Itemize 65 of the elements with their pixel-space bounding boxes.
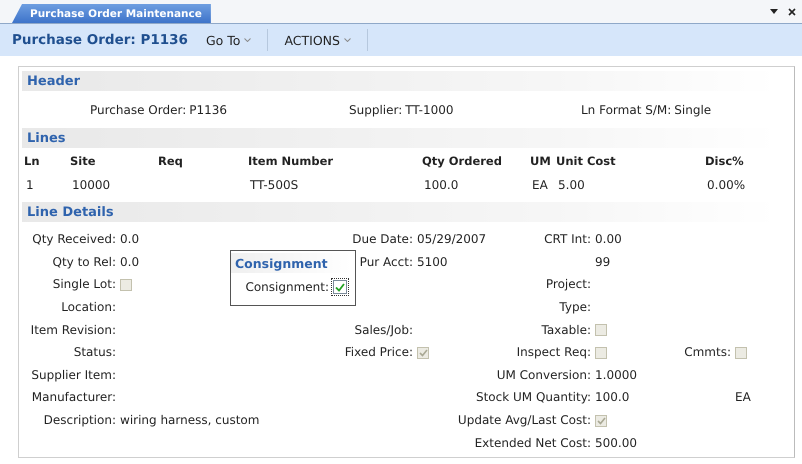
field-label: Due Date: [352, 232, 413, 246]
table-cell: EA [532, 178, 548, 192]
window-tab[interactable]: Purchase Order Maintenance [12, 4, 211, 23]
field-label: Status: [74, 345, 116, 360]
field-value: 0.00 [595, 232, 622, 246]
page-title: Purchase Order: P1136 [12, 32, 188, 48]
field-label: Qty to Rel: [52, 254, 116, 269]
field-value: 500.00 [595, 436, 637, 450]
field-value: P1136 [189, 102, 228, 116]
field-label: Update Avg/Last Cost: [458, 413, 591, 428]
field-value: 5100 [417, 254, 448, 269]
field-label: Cmmts: [684, 345, 731, 360]
field-label: Qty Received: [32, 232, 116, 246]
field-label: Purchase Order: [90, 102, 186, 116]
table-cell: 100.0 [424, 178, 458, 192]
field-label: UM Conversion: [496, 368, 591, 382]
field-label: Taxable: [541, 322, 591, 337]
field-value: 1.0000 [595, 368, 637, 382]
column-header: Item Number [247, 153, 334, 170]
column-header: Disc% [704, 153, 745, 170]
field-label: Description: [44, 413, 116, 428]
field-value: wiring harness, custom [120, 413, 260, 428]
dropdown-icon[interactable] [770, 9, 778, 15]
field-value: 0.0 [120, 254, 140, 269]
field-value: 99 [595, 254, 610, 269]
field-label: Consignment: [245, 280, 329, 294]
table-cell: TT-500S [250, 178, 298, 192]
field-label: Sales/Job: [354, 322, 413, 337]
table-cell: 10000 [72, 178, 110, 192]
field-label: Location: [61, 300, 116, 314]
field-label: Fixed Price: [344, 345, 413, 360]
field-label: Single Lot: [52, 277, 116, 292]
close-icon[interactable] [788, 8, 796, 16]
field-label: Inspect Req: [516, 345, 591, 360]
column-header: Unit Cost [555, 153, 617, 170]
field-label: Supplier Item: [31, 368, 116, 382]
column-header: UM [529, 153, 552, 170]
field-label: Type: [559, 300, 591, 314]
field-value: TT-1000 [405, 102, 454, 116]
column-header: Ln [23, 153, 41, 170]
field-value: Single [674, 102, 712, 116]
field-value: 100.0 [595, 390, 630, 404]
field-label: Item Revision: [30, 322, 116, 337]
column-header: Qty Ordered [421, 153, 503, 170]
field-label: Project: [546, 277, 591, 292]
checkbox[interactable] [333, 280, 347, 294]
caret-icon [244, 38, 252, 42]
column-header: Req [157, 153, 184, 170]
field-label: Supplier: [349, 102, 402, 116]
field-label: Extended Net Cost: [474, 436, 591, 450]
table-cell: 0.00% [707, 178, 746, 192]
field-label: Pur Acct: [360, 254, 413, 269]
field-label: Manufacturer: [32, 390, 116, 404]
column-header: Site [69, 153, 97, 170]
field-label: CRT Int: [544, 232, 591, 246]
field-label: Ln Format S/M: [581, 102, 672, 116]
field-value: 05/29/2007 [417, 232, 486, 246]
table-cell: 5.00 [558, 178, 585, 192]
field-label: Stock UM Quantity: [476, 390, 591, 404]
menu-button[interactable]: Go To [204, 32, 258, 48]
menu-button[interactable]: ACTIONS [282, 32, 357, 48]
field-value: 0.0 [120, 232, 140, 246]
table-cell: 1 [26, 178, 34, 192]
caret-icon [344, 38, 351, 42]
field-value: EA [735, 390, 751, 404]
